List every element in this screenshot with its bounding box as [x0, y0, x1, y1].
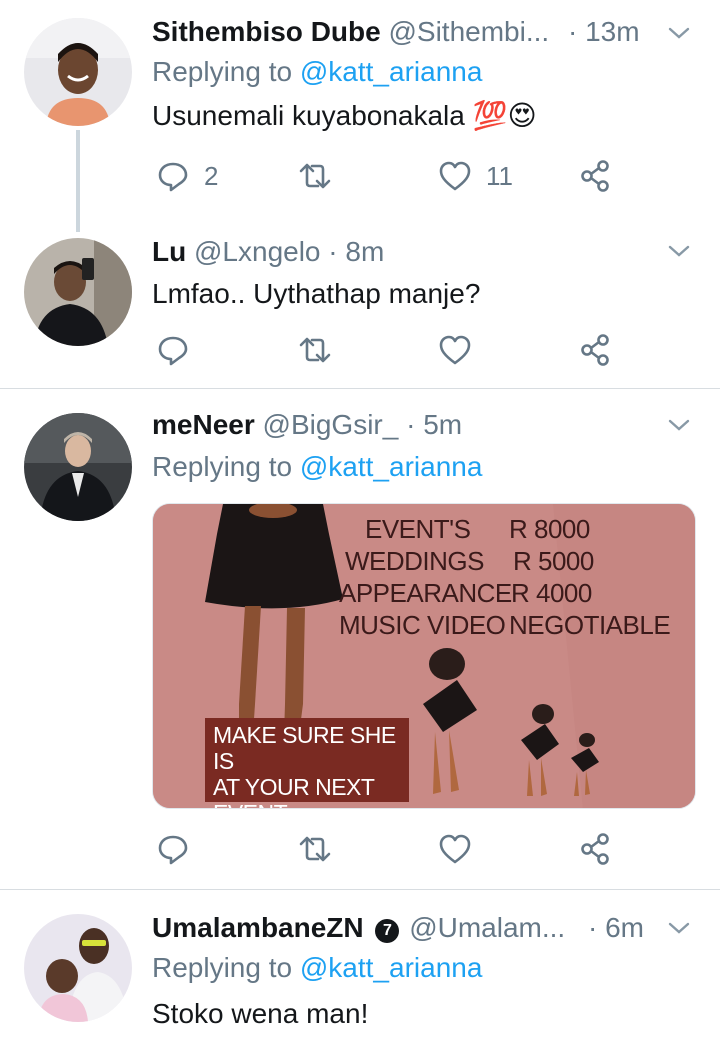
thread-line: [76, 210, 80, 232]
time-label: 13m: [585, 16, 640, 47]
price-line: APPEARANCE: [339, 578, 512, 608]
dot-separator: ·: [406, 409, 416, 440]
tweet-time[interactable]: · 6m: [588, 908, 644, 948]
price-value: R 4000: [511, 578, 592, 608]
promo-line: MAKE SURE SHE IS: [213, 722, 396, 774]
user-handle[interactable]: @Lxngelo: [194, 236, 321, 267]
tweet-time[interactable]: · 13m: [568, 12, 640, 52]
reply-button[interactable]: 2: [156, 156, 218, 196]
price-label: EVENT'S: [365, 514, 471, 544]
price-line: MUSIC VIDEO: [339, 610, 506, 640]
price-line: EVENT'S: [365, 514, 471, 544]
tweet-header: meNeer @BigGsir_ · 5m: [152, 405, 720, 445]
retweet-icon: [299, 163, 331, 189]
reply-icon: [158, 336, 188, 366]
tweet-meneer[interactable]: meNeer @BigGsir_ · 5m Replying to @katt_…: [0, 389, 720, 889]
share-button[interactable]: [578, 829, 612, 869]
user-handle[interactable]: @Sithembi...: [388, 16, 549, 47]
replying-to: Replying to @katt_arianna: [152, 447, 482, 487]
like-button[interactable]: [438, 330, 472, 370]
share-icon: [581, 160, 609, 192]
price-label: MUSIC VIDEO: [339, 610, 506, 640]
promo-line: EVENT: [213, 800, 401, 808]
tweet-text: Lmfao.. Uythathap manje?: [152, 278, 481, 309]
like-icon: [439, 161, 471, 191]
chevron-down-icon[interactable]: [666, 915, 692, 941]
tweet-actions: 2 11: [152, 156, 632, 196]
replying-to-link[interactable]: @katt_arianna: [300, 451, 483, 482]
display-name[interactable]: Sithembiso Dube: [152, 16, 381, 47]
tweet-sithembiso[interactable]: Sithembiso Dube @Sithembi... · 13m Reply…: [0, 0, 720, 230]
avatar-image: [24, 914, 132, 1022]
retweet-button[interactable]: [298, 156, 332, 196]
dot-separator: ·: [568, 16, 578, 47]
replying-to: Replying to @katt_arianna: [152, 52, 482, 92]
like-icon: [439, 834, 471, 864]
reply-button[interactable]: [156, 829, 190, 869]
tweet-umalambanezn[interactable]: UmalambaneZN 7 @Umalam... · 6m Replying …: [0, 890, 720, 1047]
replying-to-link[interactable]: @katt_arianna: [300, 56, 483, 87]
tweet-time[interactable]: 5m: [423, 409, 462, 440]
replying-prefix: Replying to: [152, 952, 300, 983]
avatar-image: [24, 238, 132, 346]
share-icon: [581, 833, 609, 865]
avatar-image: [24, 18, 132, 126]
reply-icon: [158, 162, 188, 192]
retweet-icon: [299, 836, 331, 862]
tweet-text: Stoko wena man!: [152, 998, 369, 1029]
tweet-header: Lu @Lxngelo · 8m: [152, 232, 720, 272]
chevron-down-icon[interactable]: [666, 20, 692, 46]
user-handle[interactable]: @BigGsir_: [263, 409, 399, 440]
avatar[interactable]: [24, 238, 132, 346]
like-icon: [439, 335, 471, 365]
promo-banner: MAKE SURE SHE IS AT YOUR NEXT EVENT: [205, 718, 409, 808]
replying-prefix: Replying to: [152, 56, 300, 87]
promo-line: AT YOUR NEXT: [213, 774, 375, 800]
like-count: 11: [486, 160, 513, 191]
replying-prefix: Replying to: [152, 451, 300, 482]
chevron-down-icon[interactable]: [666, 238, 692, 264]
price-label: APPEARANCE: [339, 578, 512, 608]
tweet-actions: [152, 330, 632, 370]
display-name[interactable]: meNeer: [152, 409, 255, 440]
time-label: 6m: [605, 912, 645, 943]
reply-icon: [158, 835, 188, 865]
tweet-time[interactable]: 8m: [345, 236, 384, 267]
price-line: WEDDINGS: [345, 546, 485, 576]
share-button[interactable]: [578, 330, 612, 370]
share-icon: [581, 334, 609, 366]
tweet-media[interactable]: EVENT'S R 8000 WEDDINGS R 5000 APPEARANC…: [152, 503, 696, 809]
chevron-down-icon[interactable]: [666, 412, 692, 438]
reply-button[interactable]: [156, 330, 190, 370]
dot-separator: ·: [328, 236, 338, 267]
like-button[interactable]: 11: [438, 156, 513, 196]
tweet-actions: [152, 829, 632, 869]
share-button[interactable]: [578, 156, 612, 196]
price-label: WEDDINGS: [345, 546, 485, 576]
replying-to-link[interactable]: @katt_arianna: [300, 952, 483, 983]
retweet-icon: [299, 337, 331, 363]
avatar[interactable]: [24, 413, 132, 521]
price-value: R 8000: [509, 514, 590, 544]
display-name[interactable]: UmalambaneZN: [152, 912, 364, 943]
reply-count: 2: [204, 160, 219, 191]
price-value: NEGOTIABLE: [509, 610, 671, 640]
avatar-image: [24, 413, 132, 521]
avatar[interactable]: [24, 914, 132, 1022]
replying-to: Replying to @katt_arianna: [152, 948, 482, 988]
price-value: R 5000: [513, 546, 594, 576]
retweet-button[interactable]: [298, 330, 332, 370]
like-button[interactable]: [438, 829, 472, 869]
user-handle[interactable]: @Umalam...: [409, 912, 565, 943]
tweet-lu[interactable]: Lu @Lxngelo · 8m Lmfao.. Uythathap manje…: [0, 210, 720, 388]
avatar[interactable]: [24, 18, 132, 126]
display-name[interactable]: Lu: [152, 236, 186, 267]
tweet-text: Usunemali kuyabonakala 💯😍: [152, 100, 537, 131]
dot-separator: ·: [588, 912, 598, 943]
badge-icon: 7: [375, 919, 400, 943]
retweet-button[interactable]: [298, 829, 332, 869]
